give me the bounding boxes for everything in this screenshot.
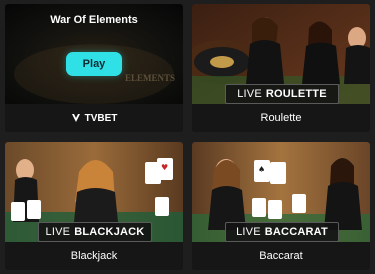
game-card-baccarat[interactable]: ♠ LIVE BACCARAT Baccarat (192, 142, 370, 270)
banner-game-name: ROULETTE (265, 88, 327, 100)
game-card-war-of-elements[interactable]: ELEMENTS War Of Elements Play TVBET (5, 4, 183, 132)
tvbet-icon (71, 114, 80, 122)
play-button[interactable]: Play (66, 52, 122, 76)
game-card-roulette[interactable]: LIVE ROULETTE Roulette (192, 4, 370, 132)
game-caption: Blackjack (5, 242, 183, 270)
live-label: LIVE (236, 226, 261, 238)
game-caption: Baccarat (192, 242, 370, 270)
game-caption: Roulette (192, 104, 370, 132)
elements-watermark: ELEMENTS (125, 73, 175, 83)
banner-game-name: BACCARAT (264, 226, 328, 238)
game-card-blackjack[interactable]: ♥ LIVE BLACKJACK Blackjack (5, 142, 183, 270)
game-title: War Of Elements (50, 14, 138, 26)
provider-caption: TVBET (5, 104, 183, 132)
live-label: LIVE (45, 226, 71, 238)
svg-text:♥: ♥ (161, 163, 168, 172)
provider-name: TVBET (84, 112, 118, 124)
live-banner: LIVE ROULETTE (225, 84, 339, 104)
tvbet-logo: TVBET (71, 112, 118, 124)
live-banner: LIVE BACCARAT (225, 222, 339, 242)
svg-text:♠: ♠ (258, 165, 265, 174)
live-banner: LIVE BLACKJACK (38, 222, 152, 242)
banner-game-name: BLACKJACK (74, 226, 145, 238)
live-label: LIVE (237, 88, 262, 100)
